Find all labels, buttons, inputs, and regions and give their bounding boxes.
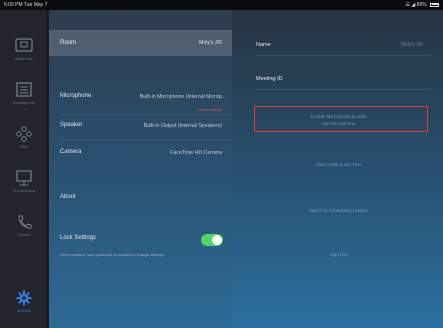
switch-scheduling-display-button[interactable]: Switch to Scheduling Display: [256, 208, 421, 213]
room-value: Moly's ZR: [199, 40, 222, 46]
settings-list-panel: Room Moly's ZR Microphone Built-in Micro…: [49, 10, 232, 328]
meeting-id-field[interactable]: Meeting ID: [256, 76, 431, 92]
sidebar-item-label: Meet Now: [14, 56, 33, 61]
microphone-label: Microphone: [60, 93, 92, 99]
status-time: 6:09 PM Tue May 7: [4, 2, 48, 8]
dial-icon: [16, 126, 32, 142]
meet-now-icon: [15, 38, 33, 52]
sidebar-item-label: Phone: [18, 232, 30, 237]
sign-out-button[interactable]: Sign Out: [256, 252, 421, 257]
about-row[interactable]: About: [49, 186, 232, 208]
sidebar-item-settings[interactable]: Settings: [0, 290, 48, 328]
camera-value: FaceTime HD Camera: [170, 149, 222, 156]
camera-row[interactable]: Camera FaceTime HD Camera: [49, 140, 232, 162]
audio-mic-test-button[interactable]: Start Audio & Mic Test: [256, 162, 421, 167]
zoom-rooms-settings-screen: 6:09 PM Tue May 7 ☱ ◢ 89% Meet Now Meeti…: [0, 0, 443, 328]
presentation-icon: [16, 170, 32, 186]
name-label: Name: [256, 42, 271, 48]
room-row[interactable]: Room Moly's ZR: [49, 30, 232, 56]
enable-microphone-label: Enable Microphone & Less: [311, 114, 366, 119]
status-bar: 6:09 PM Tue May 7 ☱ ◢ 89%: [0, 0, 443, 10]
status-right-text: ☱ ◢ 89%: [405, 2, 427, 8]
lock-settings-toggle[interactable]: [201, 234, 223, 246]
enable-microphone-sublabel: Sort microphone: [321, 121, 356, 126]
lock-settings-description: When enabled, room passcode is required …: [60, 253, 165, 257]
name-value: Moly's ZR: [400, 42, 423, 48]
lock-settings-label: Lock Settings: [60, 235, 97, 241]
sidebar: Meet Now Meeting List Dial Presentation …: [0, 10, 48, 328]
sidebar-item-presentation[interactable]: Presentation: [0, 170, 48, 210]
meeting-list-icon: [16, 82, 32, 97]
sidebar-item-label: Meeting List: [13, 100, 35, 105]
camera-label: Camera: [60, 149, 82, 155]
microphone-row[interactable]: Microphone Built-in Microphone (Internal…: [49, 86, 232, 106]
sidebar-item-dial[interactable]: Dial: [0, 126, 48, 166]
sidebar-item-meeting-list[interactable]: Meeting List: [0, 82, 48, 122]
battery-icon: [430, 2, 439, 7]
microphone-value: Built-in Microphone (Internal Microp...: [139, 93, 226, 100]
toggle-knob: [212, 235, 222, 245]
room-info-panel: Name Moly's ZR Meeting ID Enable Microph…: [232, 10, 443, 328]
status-indicators: ☱ ◢ 89%: [405, 0, 439, 10]
enable-microphone-button[interactable]: Enable Microphone & Less Sort microphone: [256, 114, 421, 126]
sidebar-item-phone[interactable]: Phone: [0, 214, 48, 254]
gear-icon: [16, 290, 32, 306]
sidebar-item-meet-now[interactable]: Meet Now: [0, 38, 48, 78]
name-field: Name Moly's ZR: [256, 42, 431, 58]
room-label: Room: [60, 40, 77, 46]
phone-icon: [18, 215, 32, 229]
microphone-warning: Expand settings: [196, 108, 222, 112]
speaker-label: Speaker: [60, 122, 83, 128]
sidebar-item-label: Dial: [20, 144, 28, 149]
speaker-value: Built-in Output (Internal Speakers): [143, 122, 222, 129]
sidebar-item-label: Settings: [16, 308, 32, 313]
meeting-id-label: Meeting ID: [256, 76, 283, 82]
divider: [256, 55, 431, 56]
speaker-row[interactable]: Speaker Built-in Output (Internal Speake…: [49, 114, 232, 136]
about-label: About: [60, 194, 76, 200]
sidebar-item-label: Presentation: [12, 188, 36, 193]
divider: [256, 89, 431, 90]
